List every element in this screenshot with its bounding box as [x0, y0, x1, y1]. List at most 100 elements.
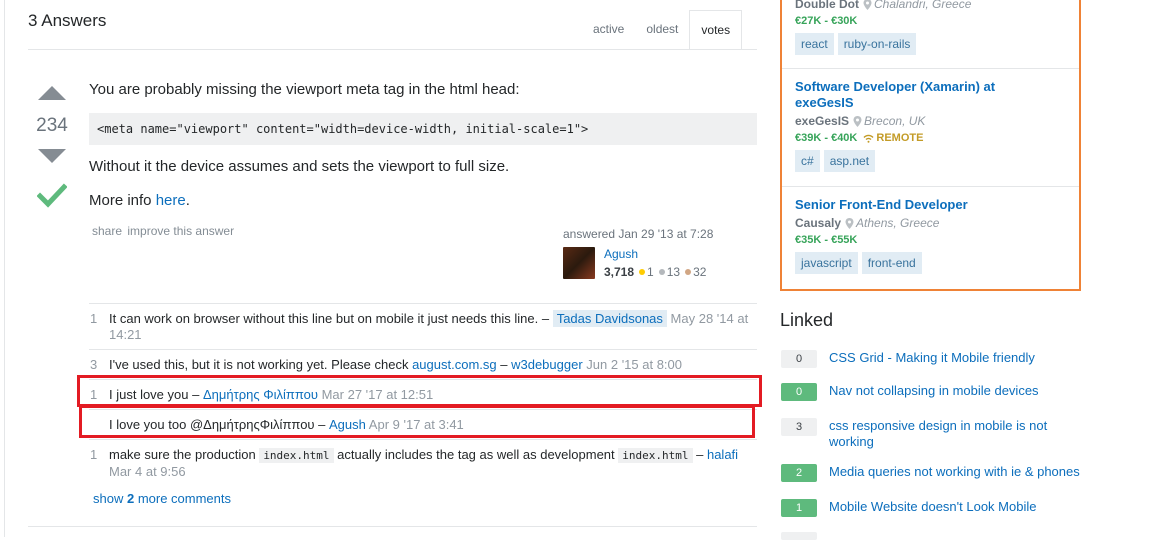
linked-question[interactable]: 3 css responsive design in mobile is not…	[781, 418, 1089, 450]
linked-question-link[interactable]: Media queries not working with ie & phon…	[829, 464, 1089, 482]
header-divider	[28, 49, 757, 50]
job-listing[interactable]: Senior Front-End Developer Causaly Athens…	[795, 197, 1075, 274]
comment-user-link[interactable]: Tadas Davidsonas	[552, 310, 667, 327]
job-divider	[782, 68, 1079, 69]
vote-count: 234	[36, 115, 68, 136]
comment: 1 It can work on browser without this li…	[89, 303, 757, 349]
linked-question-link[interactable]: CSS Grid - Making it Mobile friendly	[829, 350, 1089, 368]
job-title[interactable]: Senior Front-End Developer	[795, 197, 1075, 213]
comment-text: It can work on browser without this line…	[109, 311, 550, 326]
job-location: Brecon, UK	[864, 114, 926, 128]
tab-votes[interactable]: votes	[689, 10, 743, 50]
linked-question[interactable]: 2 Media queries not working with ie & ph…	[781, 464, 1089, 482]
more-info-suffix: .	[185, 192, 190, 209]
user-reputation-stats: 3,718 1 13 32	[604, 265, 706, 279]
location-pin-icon	[853, 116, 862, 128]
tag[interactable]: javascript	[795, 252, 858, 274]
comment-body: make sure the production index.html actu…	[109, 447, 757, 480]
highlight-box	[79, 405, 755, 438]
share-link[interactable]: share	[92, 224, 122, 238]
linked-question-link[interactable]: Nav not collapsing in mobile devices	[829, 383, 1089, 401]
inline-code: index.html	[618, 448, 693, 463]
comment-user-link[interactable]: halafi	[707, 447, 738, 462]
accepted-check-icon	[36, 183, 68, 208]
job-title-line[interactable]: Software Developer (Xamarin) at	[795, 79, 995, 94]
post-menu: share improve this answer	[92, 224, 236, 238]
linked-question[interactable]: 1 Mobile Website doesn't Look Mobile	[781, 499, 1089, 517]
tab-active[interactable]: active	[582, 10, 635, 50]
comment: 1 make sure the production index.html ac…	[89, 439, 757, 486]
wifi-icon	[863, 134, 874, 143]
comment-score: 1	[90, 447, 98, 462]
job-location: Chalandri, Greece	[874, 0, 972, 11]
job-meta: Double Dot Chalandri, Greece	[795, 0, 1075, 11]
silver-badge-count: 13	[666, 265, 681, 279]
tag[interactable]: react	[795, 33, 834, 55]
linked-question-link[interactable]: Mobile Website doesn't Look Mobile	[829, 499, 1089, 517]
job-tags: javascript front-end	[795, 252, 1075, 274]
answer-intro-text: You are probably missing the viewport me…	[89, 81, 520, 98]
answer-sort-tabs: active oldest votes	[582, 10, 743, 50]
gold-badge-count: 1	[647, 265, 654, 279]
job-salary: €27K - €30K	[795, 15, 858, 27]
comment-score: 1	[90, 311, 98, 326]
comment-link[interactable]: august.com.sg	[412, 357, 497, 372]
job-salary: €35K - €55K	[795, 234, 858, 246]
answered-timestamp: answered Jan 29 '13 at 7:28	[563, 227, 714, 241]
reputation-score: 3,718	[604, 265, 635, 279]
linked-vote-count: 1	[781, 499, 817, 517]
comment-user-link[interactable]: w3debugger	[511, 357, 583, 372]
tag[interactable]: asp.net	[823, 150, 876, 172]
answer-author-name[interactable]: Agush	[604, 247, 638, 261]
more-info-text: More info here.	[89, 191, 757, 211]
comment-score: 3	[90, 357, 98, 372]
linked-vote-count: 0	[781, 350, 817, 368]
highlight-box	[77, 375, 762, 407]
job-company: Double Dot	[795, 0, 859, 11]
upvote-arrow-icon[interactable]	[38, 86, 66, 100]
job-listing[interactable]: Software Developer (Xamarin) at exeGesIS …	[795, 79, 1075, 172]
job-tags: react ruby-on-rails	[795, 33, 1075, 55]
improve-answer-link[interactable]: improve this answer	[127, 224, 234, 238]
remote-label: REMOTE	[876, 132, 924, 144]
show-more-prefix[interactable]: show	[93, 491, 127, 506]
downvote-arrow-icon[interactable]	[38, 149, 66, 163]
remote-badge: REMOTE	[863, 132, 923, 144]
job-title-line[interactable]: exeGesIS	[795, 95, 854, 110]
bronze-badge-count: 32	[693, 265, 707, 279]
job-company: exeGesIS	[795, 114, 850, 128]
comment-date[interactable]: Jun 2 '15 at 8:00	[586, 357, 682, 372]
tag[interactable]: front-end	[861, 252, 922, 274]
job-title[interactable]: Software Developer (Xamarin) at exeGesIS	[795, 79, 1075, 111]
jobs-panel: Double Dot Chalandri, Greece €27K - €30K …	[780, 0, 1081, 291]
avatar[interactable]	[563, 247, 595, 279]
vote-cell: 234	[30, 86, 74, 216]
job-listing[interactable]: Double Dot Chalandri, Greece €27K - €30K …	[795, 0, 1075, 55]
comment-date[interactable]: Mar 4 at 9:56	[109, 464, 186, 479]
linked-question[interactable]: 0 CSS Grid - Making it Mobile friendly	[781, 350, 1089, 368]
answer-bottom-divider	[28, 526, 757, 527]
tag[interactable]: ruby-on-rails	[837, 33, 917, 55]
bronze-badge-icon	[685, 269, 692, 276]
job-salary-value: €39K - €40K	[795, 132, 858, 144]
linked-vote-count: 2	[781, 464, 817, 482]
inline-code: index.html	[259, 448, 334, 463]
linked-question[interactable]: 0 Nav not collapsing in mobile devices	[781, 383, 1089, 401]
show-more-suffix[interactable]: more comments	[134, 491, 231, 506]
linked-vote-count: 0	[781, 383, 817, 401]
gold-badge-icon	[639, 269, 646, 276]
answer-author-link[interactable]: Agush	[604, 247, 638, 261]
location-pin-icon	[845, 218, 854, 230]
job-salary: €39K - €40K REMOTE	[795, 132, 1075, 144]
comment-text-after: –	[496, 357, 508, 372]
tag[interactable]: c#	[795, 150, 820, 172]
comment-text-middle: actually includes the tag as well as dev…	[333, 447, 619, 462]
show-more-comments-link[interactable]: show 2 more comments	[93, 491, 231, 506]
tab-oldest[interactable]: oldest	[635, 10, 689, 50]
location-pin-icon	[863, 0, 872, 11]
linked-vote-count: 3	[781, 418, 817, 436]
more-info-link[interactable]: here	[156, 192, 186, 209]
linked-question-link[interactable]: css responsive design in mobile is not w…	[829, 418, 1089, 450]
linked-vote-count-partial	[781, 532, 817, 540]
comment-text: make sure the production	[109, 447, 260, 462]
